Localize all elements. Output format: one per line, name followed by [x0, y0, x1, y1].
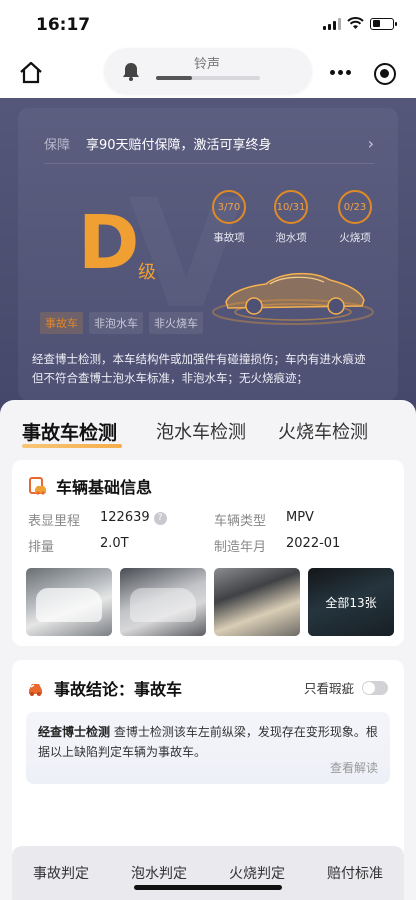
- wifi-icon: [347, 17, 364, 29]
- doctor-conclusion-text: 经查博士检测 查博士检测该车左前纵梁，发现存在变形现象。根据以上缺陷判定车辆为事…: [38, 725, 378, 759]
- active-tab-indicator: [22, 444, 122, 448]
- stat-value: 0/23: [338, 190, 372, 224]
- grade-suffix: 级: [138, 262, 156, 283]
- info-row: 排量 2.0T 制造年月 2022-01: [28, 534, 398, 560]
- ringtone-volume-slider[interactable]: [156, 76, 260, 80]
- vehicle-photos: 全部13张: [26, 568, 394, 636]
- vehicle-type-value: MPV: [286, 510, 314, 525]
- accident-conclusion-title: 事故结论：事故车: [54, 680, 183, 699]
- info-grid: 表显里程 122639? 车辆类型 MPV 排量 2.0T 制造年月 2022-…: [28, 508, 398, 560]
- manufacture-date-value: 2022-01: [286, 536, 341, 551]
- battery-icon: [370, 17, 397, 30]
- bottom-anchor-nav: 事故判定 泡水判定 火烧判定 赔付标准: [12, 846, 404, 900]
- top-nav: 铃声: [0, 48, 416, 98]
- home-icon[interactable]: [18, 60, 44, 86]
- bell-icon: [123, 63, 139, 81]
- mileage-value: 122639?: [100, 510, 167, 525]
- car-illustration-icon: [212, 272, 374, 325]
- stat-label: 事故项: [213, 232, 245, 244]
- view-interpretation-link[interactable]: 查看解读: [330, 759, 378, 776]
- tab-fire-detection[interactable]: 火烧车检测: [278, 418, 368, 444]
- stat-accident: 3/70 事故项: [206, 190, 252, 245]
- vehicle-type-label: 车辆类型: [214, 514, 267, 529]
- only-flaws-label: 只看瑕疵: [303, 681, 354, 696]
- nav-fire-judgment[interactable]: 火烧判定: [229, 863, 285, 883]
- tag-non-flood-car: 非泡水车: [89, 312, 143, 334]
- nav-compensation-standard[interactable]: 赔付标准: [327, 863, 383, 883]
- vehicle-photo[interactable]: [214, 568, 300, 636]
- guarantee-text: 享90天赔付保障，激活可享终身: [86, 138, 272, 153]
- help-icon[interactable]: ?: [153, 512, 167, 525]
- car-document-icon: [29, 477, 46, 495]
- mileage-label: 表显里程: [28, 514, 81, 529]
- signal-icon: [323, 17, 341, 30]
- hero-card: V 保障 享90天赔付保障，激活可享终身 › D 级 3/70 事故项 10/3…: [18, 108, 398, 400]
- info-row: 表显里程 122639? 车辆类型 MPV: [28, 508, 398, 534]
- only-flaws-toggle[interactable]: 只看瑕疵: [304, 678, 388, 697]
- tab-accident-detection[interactable]: 事故车检测: [22, 418, 117, 445]
- ringtone-label: 铃声: [194, 57, 221, 72]
- vehicle-base-info-card: 车辆基础信息 表显里程 122639? 车辆类型 MPV 排量 2.0T 制造年…: [12, 460, 404, 646]
- stat-value: 3/70: [212, 190, 246, 224]
- guarantee-tag: 保障: [44, 138, 71, 153]
- status-bar: 16:17: [0, 0, 416, 48]
- nav-accident-judgment[interactable]: 事故判定: [33, 863, 89, 883]
- vehicle-photo[interactable]: [120, 568, 206, 636]
- stat-fire: 0/23 火烧项: [332, 190, 378, 245]
- stat-label: 泡水项: [275, 232, 307, 244]
- grade-letter: D: [78, 200, 140, 286]
- stat-label: 火烧项: [339, 232, 371, 244]
- card-title-row: 车辆基础信息: [28, 474, 152, 498]
- home-indicator: [134, 885, 282, 890]
- hero-description: 经查博士检测，本车结构件或加强件有碰撞损伤；车内有进水痕迹但不符合查博士泡水车标…: [32, 352, 366, 385]
- card-title: 车辆基础信息: [56, 478, 153, 497]
- displacement-label: 排量: [28, 540, 55, 555]
- ringtone-control[interactable]: 铃声: [104, 48, 312, 94]
- chevron-right-icon: ›: [367, 134, 374, 153]
- guarantee-banner[interactable]: 保障 享90天赔付保障，激活可享终身 ›: [44, 124, 374, 164]
- toggle-switch[interactable]: [362, 680, 388, 695]
- all-photos-label: 全部13张: [308, 568, 394, 636]
- car-crash-icon: [29, 684, 42, 696]
- detection-tabs: 事故车检测 泡水车检测 火烧车检测: [0, 400, 416, 456]
- tag-non-fire-car: 非火烧车: [149, 312, 203, 334]
- nav-flood-judgment[interactable]: 泡水判定: [131, 863, 187, 883]
- manufacture-date-label: 制造年月: [214, 540, 267, 555]
- stat-flood: 10/31 泡水项: [268, 190, 314, 245]
- close-miniapp-icon[interactable]: [374, 63, 396, 85]
- more-options-icon[interactable]: [330, 70, 351, 75]
- hero-tags: 事故车 非泡水车 非火烧车: [40, 312, 203, 334]
- vehicle-photo[interactable]: [26, 568, 112, 636]
- card-title-row: 事故结论：事故车: [26, 676, 182, 700]
- stat-value: 10/31: [274, 190, 308, 224]
- status-icons: [323, 17, 397, 30]
- tag-accident-car: 事故车: [40, 312, 83, 334]
- doctor-conclusion-box: 经查博士检测 查博士检测该车左前纵梁，发现存在变形现象。根据以上缺陷判定车辆为事…: [26, 712, 390, 784]
- displacement-value: 2.0T: [100, 536, 129, 551]
- report-hero: V 保障 享90天赔付保障，激活可享终身 › D 级 3/70 事故项 10/3…: [0, 98, 416, 420]
- all-photos-button[interactable]: 全部13张: [308, 568, 394, 636]
- tab-flood-detection[interactable]: 泡水车检测: [156, 418, 246, 444]
- status-time: 16:17: [36, 15, 91, 35]
